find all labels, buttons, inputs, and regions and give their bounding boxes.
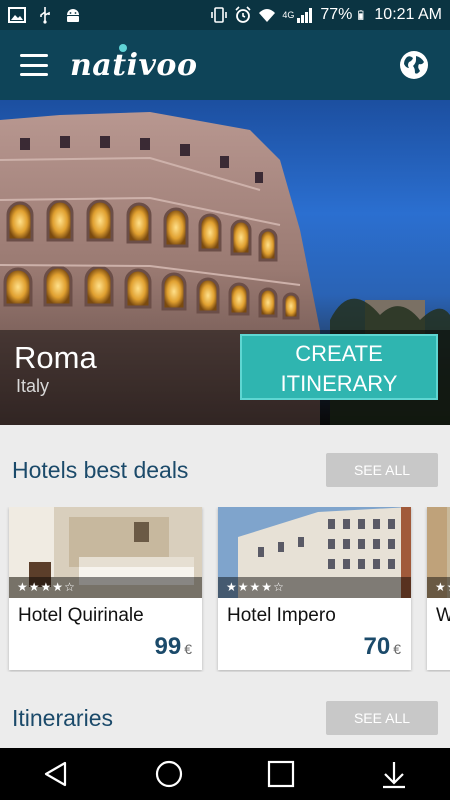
itineraries-see-all-button[interactable]: SEE ALL <box>326 701 438 735</box>
download-icon[interactable] <box>374 754 414 794</box>
back-icon[interactable] <box>36 754 76 794</box>
wifi-icon <box>259 9 276 22</box>
hotel-name: W <box>436 605 450 626</box>
signal-icon <box>297 8 313 23</box>
system-nav-bar <box>0 748 450 800</box>
hotel-card[interactable]: ★ ★ ★ ★ ☆ Hotel Quirinale 99 € <box>9 507 202 670</box>
hotel-photo: ★★★★☆ <box>9 507 202 598</box>
app-logo: nativoo <box>70 43 197 83</box>
network-type: 4G <box>282 10 295 20</box>
star-rating: ★★★★☆ <box>226 580 284 594</box>
hotel-photo: ★★★★☆ <box>427 507 450 598</box>
android-icon <box>67 9 79 22</box>
hotel-photo: ★★★★☆ <box>218 507 411 598</box>
create-itinerary-button[interactable]: CREATE ITINERARY <box>240 334 438 400</box>
city-name: Roma <box>14 340 97 375</box>
star-rating: ★★★★☆ <box>435 580 450 594</box>
alarm-icon <box>235 6 251 23</box>
battery-percent: 77% <box>320 6 353 23</box>
hotel-cards-carousel[interactable]: ★ ★ ★ ★ ☆ Hotel Quirinale 99 € ★ ★ ★ ★ ☆… <box>0 507 450 672</box>
app-screen: 4G 77% 10:21 AM nativoo Roma Italy CREAT… <box>0 0 450 800</box>
vibrate-icon <box>211 7 228 23</box>
hotels-section-title: Hotels best deals <box>12 456 189 483</box>
globe-icon[interactable] <box>398 49 430 81</box>
hotel-name: Hotel Impero <box>227 605 336 626</box>
hotel-price: 70 € <box>363 633 402 660</box>
usb-icon <box>40 7 50 24</box>
image-icon <box>8 7 26 23</box>
clock-time: 10:21 AM <box>374 6 442 23</box>
home-icon[interactable] <box>149 754 189 794</box>
star-rating: ★★★★☆ <box>17 580 75 594</box>
hotel-name: Hotel Quirinale <box>18 605 144 626</box>
itineraries-section-header: Itineraries SEE ALL <box>0 698 450 738</box>
hotels-see-all-button[interactable]: SEE ALL <box>326 453 438 487</box>
itineraries-section-title: Itineraries <box>12 704 113 731</box>
hotel-price: 99 € <box>154 633 193 660</box>
app-bar: nativoo <box>0 30 450 100</box>
battery-icon <box>358 10 364 20</box>
hotels-section-header: Hotels best deals SEE ALL <box>0 450 450 490</box>
menu-icon[interactable] <box>20 54 48 76</box>
status-bar: 4G 77% 10:21 AM <box>0 0 450 30</box>
recents-icon[interactable] <box>261 754 301 794</box>
hotel-card[interactable]: ★ ★ ★ ★ ☆ Hotel Impero 70 € <box>218 507 411 670</box>
hotel-card[interactable]: ★★★★☆ W <box>427 507 450 670</box>
country-name: Italy <box>16 376 50 396</box>
